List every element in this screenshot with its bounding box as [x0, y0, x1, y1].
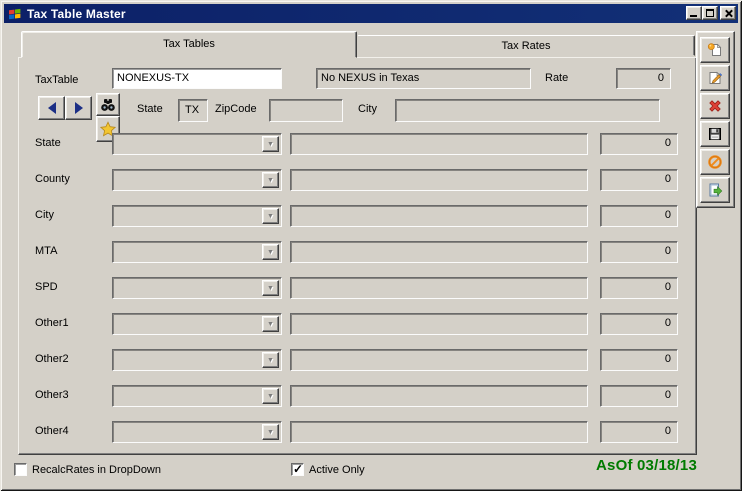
row-label: Other3 — [35, 389, 69, 401]
delete-x-icon — [707, 98, 723, 114]
chevron-down-icon[interactable] — [262, 280, 279, 296]
save-button[interactable] — [700, 121, 730, 147]
chevron-down-icon[interactable] — [262, 244, 279, 260]
chevron-down-icon[interactable] — [262, 424, 279, 440]
state-label: State — [137, 103, 163, 115]
row-description-field — [290, 241, 588, 263]
exit-button[interactable] — [700, 177, 730, 203]
row-label: State — [35, 137, 61, 149]
row-rate-field: 0 — [600, 205, 678, 227]
chevron-down-icon[interactable] — [262, 352, 279, 368]
description-field: No NEXUS in Texas — [316, 68, 531, 89]
row-rate-field: 0 — [600, 421, 678, 443]
row-description-field — [290, 421, 588, 443]
new-record-icon — [707, 42, 723, 58]
tax-table-master-window: Tax Table Master Tax Tables Tax Rates Ta… — [0, 0, 742, 491]
delete-button[interactable] — [700, 93, 730, 119]
row-rate-field: 0 — [600, 385, 678, 407]
chevron-down-icon[interactable] — [262, 172, 279, 188]
recalc-rates-label: RecalcRates in DropDown — [32, 464, 161, 476]
arrow-right-icon — [75, 102, 83, 114]
row-description-field — [290, 313, 588, 335]
prev-record-button[interactable] — [38, 96, 65, 120]
taxtable-label: TaxTable — [35, 74, 78, 86]
cancel-icon — [707, 154, 723, 170]
row-description-field — [290, 169, 588, 191]
maximize-button[interactable] — [702, 6, 718, 20]
maximize-icon — [706, 9, 714, 17]
arrow-left-icon — [48, 102, 56, 114]
row-rate-field: 0 — [600, 349, 678, 371]
minimize-button[interactable] — [686, 6, 702, 20]
rate-field: 0 — [616, 68, 671, 89]
app-flag-icon — [7, 6, 23, 22]
zipcode-input[interactable] — [269, 99, 343, 122]
row-dropdown[interactable] — [112, 349, 282, 371]
row-description-field — [290, 277, 588, 299]
row-label: MTA — [35, 245, 57, 257]
cancel-button[interactable] — [700, 149, 730, 175]
asof-date: AsOf 03/18/13 — [480, 457, 697, 474]
row-dropdown[interactable] — [112, 169, 282, 191]
row-dropdown[interactable] — [112, 205, 282, 227]
taxtable-input[interactable]: NONEXUS-TX — [112, 68, 282, 89]
edit-icon — [707, 70, 723, 86]
city-input[interactable] — [395, 99, 660, 122]
chevron-down-icon[interactable] — [262, 388, 279, 404]
city-label: City — [358, 103, 377, 115]
row-description-field — [290, 205, 588, 227]
chevron-down-icon[interactable] — [262, 136, 279, 152]
row-rate-field: 0 — [600, 241, 678, 263]
row-rate-field: 0 — [600, 133, 678, 155]
active-only-label: Active Only — [309, 464, 365, 476]
tab-tax-rates[interactable]: Tax Rates — [357, 35, 695, 56]
find-button[interactable] — [96, 93, 120, 116]
edit-button[interactable] — [700, 65, 730, 91]
row-label: County — [35, 173, 70, 185]
row-label: City — [35, 209, 54, 221]
recalc-rates-checkbox[interactable] — [14, 463, 27, 476]
new-record-button[interactable] — [700, 37, 730, 63]
title-bar[interactable]: Tax Table Master — [4, 4, 738, 23]
row-description-field — [290, 385, 588, 407]
window-title: Tax Table Master — [27, 7, 126, 21]
tab-tax-tables[interactable]: Tax Tables — [21, 31, 357, 58]
binoculars-icon — [100, 97, 116, 113]
row-rate-field: 0 — [600, 277, 678, 299]
save-floppy-icon — [707, 126, 723, 142]
row-dropdown[interactable] — [112, 313, 282, 335]
row-dropdown[interactable] — [112, 277, 282, 299]
row-dropdown[interactable] — [112, 133, 282, 155]
row-label: Other1 — [35, 317, 69, 329]
row-label: SPD — [35, 281, 58, 293]
minimize-icon — [690, 15, 697, 17]
row-label: Other2 — [35, 353, 69, 365]
row-dropdown[interactable] — [112, 241, 282, 263]
active-only-checkbox[interactable] — [291, 463, 304, 476]
row-dropdown[interactable] — [112, 385, 282, 407]
chevron-down-icon[interactable] — [262, 208, 279, 224]
exit-icon — [707, 182, 723, 198]
row-description-field — [290, 349, 588, 371]
next-record-button[interactable] — [65, 96, 92, 120]
row-dropdown[interactable] — [112, 421, 282, 443]
row-rate-field: 0 — [600, 169, 678, 191]
state-input[interactable]: TX — [178, 99, 208, 122]
row-description-field — [290, 133, 588, 155]
row-rate-field: 0 — [600, 313, 678, 335]
rate-label: Rate — [545, 72, 568, 84]
row-label: Other4 — [35, 425, 69, 437]
side-toolbar — [696, 31, 735, 208]
zipcode-label: ZipCode — [215, 103, 257, 115]
close-button[interactable] — [720, 6, 736, 20]
chevron-down-icon[interactable] — [262, 316, 279, 332]
